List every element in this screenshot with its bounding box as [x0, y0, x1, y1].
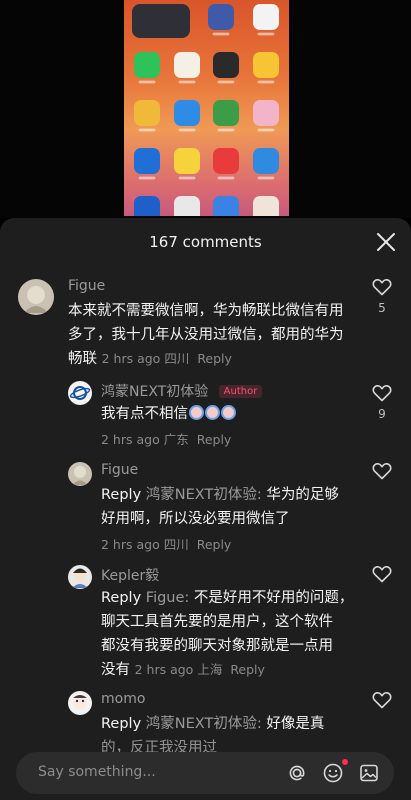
reply-target-name[interactable]: Figue: [146, 590, 190, 606]
comment-location: 四川 [164, 351, 190, 366]
comment-text-line: 不是好用不好用的问题， [193, 590, 354, 606]
author-badge: Author [218, 385, 263, 398]
comment-meta: 2 hrs ago 广东 Reply [101, 428, 361, 452]
reply-button[interactable]: Reply [197, 351, 232, 366]
comment-location: 四川 [163, 537, 189, 552]
like-count: 9 [378, 407, 386, 421]
commenter-name[interactable]: Figue [101, 462, 138, 478]
heart-icon [372, 384, 392, 402]
comment-location: 广东 [163, 432, 189, 447]
heart-icon [372, 565, 392, 583]
commenter-name[interactable]: Kepler毅 [101, 565, 159, 585]
emoji-sticker [221, 405, 236, 420]
comments-sheet: 167 comments Figue 本来就不需要微信啊，华为畅联比微信有用 多… [0, 218, 411, 800]
emoji-sticker [189, 405, 204, 420]
comment-time: 2 hrs ago [101, 537, 160, 552]
comment-meta: 2 hrs ago 上海 Reply [135, 662, 265, 677]
like-button[interactable] [371, 691, 393, 709]
avatar[interactable] [68, 381, 92, 405]
like-button[interactable]: 9 [371, 384, 393, 421]
emoji-sticker [205, 405, 220, 420]
avatar[interactable] [18, 279, 54, 315]
comment-item: Figue Reply 鸿蒙NEXT初体验: 华为的足够 好用啊，所以没必要用微… [0, 459, 411, 559]
weather-widget [132, 4, 190, 38]
heart-icon [372, 691, 392, 709]
comment-text-line: 都没有我要的聊天对象那就是一点用 [101, 638, 333, 654]
heart-icon [372, 278, 392, 296]
like-button[interactable] [371, 462, 393, 480]
comment-location: 上海 [197, 662, 223, 677]
video-background[interactable] [0, 0, 411, 218]
comment-text-line: 好用啊，所以没必要用微信了 [101, 511, 290, 527]
image-icon[interactable] [358, 762, 380, 784]
comment-text: 我有点不相信 2 hrs ago 广东 Reply [101, 402, 361, 452]
video-frame [124, 0, 289, 216]
comment-input-bar[interactable]: Say something... [16, 752, 394, 794]
commenter-name[interactable]: momo [101, 691, 145, 707]
reply-target-name[interactable]: 鸿蒙NEXT初体验: [146, 487, 262, 503]
like-count: 5 [378, 301, 386, 315]
comment-text-line: 我有点不相信 [101, 406, 188, 422]
at-icon[interactable] [286, 762, 308, 784]
comment-time: 2 hrs ago [101, 432, 160, 447]
comment-text-line: 华为的足够 [266, 487, 339, 503]
emoji-icon[interactable] [322, 762, 344, 784]
like-button[interactable] [371, 565, 393, 583]
comment-meta: 2 hrs ago 四川 Reply [101, 533, 381, 557]
comment-text: Reply 鸿蒙NEXT初体验: 华为的足够 好用啊，所以没必要用微信了 2 h… [101, 483, 381, 557]
comment-text-line: 多了，我十几年从没用过微信，都用的华为 [68, 327, 344, 343]
comment-text: 本来就不需要微信啊，华为畅联比微信有用 多了，我十几年从没用过微信，都用的华为 … [68, 299, 368, 371]
comment-time: 2 hrs ago [101, 351, 161, 366]
avatar[interactable] [68, 565, 92, 589]
comment-input[interactable]: Say something... [38, 764, 156, 780]
comment-text: Reply Figue: 不是好用不好用的问题， 聊天工具首先要的是用户，这个软… [101, 586, 381, 682]
comment-item: 鸿蒙NEXT初体验 Author 我有点不相信 2 hrs ago 广东 Rep… [0, 378, 411, 458]
comment-text-line: 畅联 [68, 351, 97, 367]
comment-item: Kepler毅 Reply Figue: 不是好用不好用的问题， 聊天工具首先要… [0, 562, 411, 687]
close-icon[interactable] [375, 231, 397, 253]
avatar[interactable] [68, 462, 92, 486]
like-button[interactable]: 5 [371, 278, 393, 315]
comment-text-line: 没有 [101, 662, 130, 678]
avatar[interactable] [68, 691, 92, 715]
reply-prefix: Reply [101, 590, 142, 606]
commenter-name[interactable]: 鸿蒙NEXT初体验 [101, 384, 208, 400]
heart-icon [372, 462, 392, 480]
reply-button[interactable]: Reply [197, 432, 232, 447]
comment-text-line: 聊天工具首先要的是用户，这个软件 [101, 614, 333, 630]
comment-meta: 2 hrs ago 四川 Reply [102, 351, 232, 366]
reply-button[interactable]: Reply [230, 662, 265, 677]
comment-text-line: 本来就不需要微信啊，华为畅联比微信有用 [68, 303, 344, 319]
comments-count-title: 167 comments [149, 233, 262, 251]
comment-item: Figue 本来就不需要微信啊，华为畅联比微信有用 多了，我十几年从没用过微信，… [0, 276, 411, 376]
comment-text-line: 好像是真 [266, 716, 325, 732]
reply-button[interactable]: Reply [197, 537, 232, 552]
commenter-name[interactable]: Figue [68, 278, 105, 294]
reply-target-name[interactable]: 鸿蒙NEXT初体验: [146, 716, 262, 732]
commenter-name-row: 鸿蒙NEXT初体验 Author [101, 381, 263, 401]
reply-prefix: Reply [101, 716, 142, 732]
notification-dot [342, 759, 348, 765]
comments-header: 167 comments [0, 218, 411, 266]
comment-item: momo Reply 鸿蒙NEXT初体验: 好像是真 的，反正我没用过 [0, 688, 411, 756]
comment-time: 2 hrs ago [134, 662, 194, 677]
reply-prefix: Reply [101, 487, 142, 503]
